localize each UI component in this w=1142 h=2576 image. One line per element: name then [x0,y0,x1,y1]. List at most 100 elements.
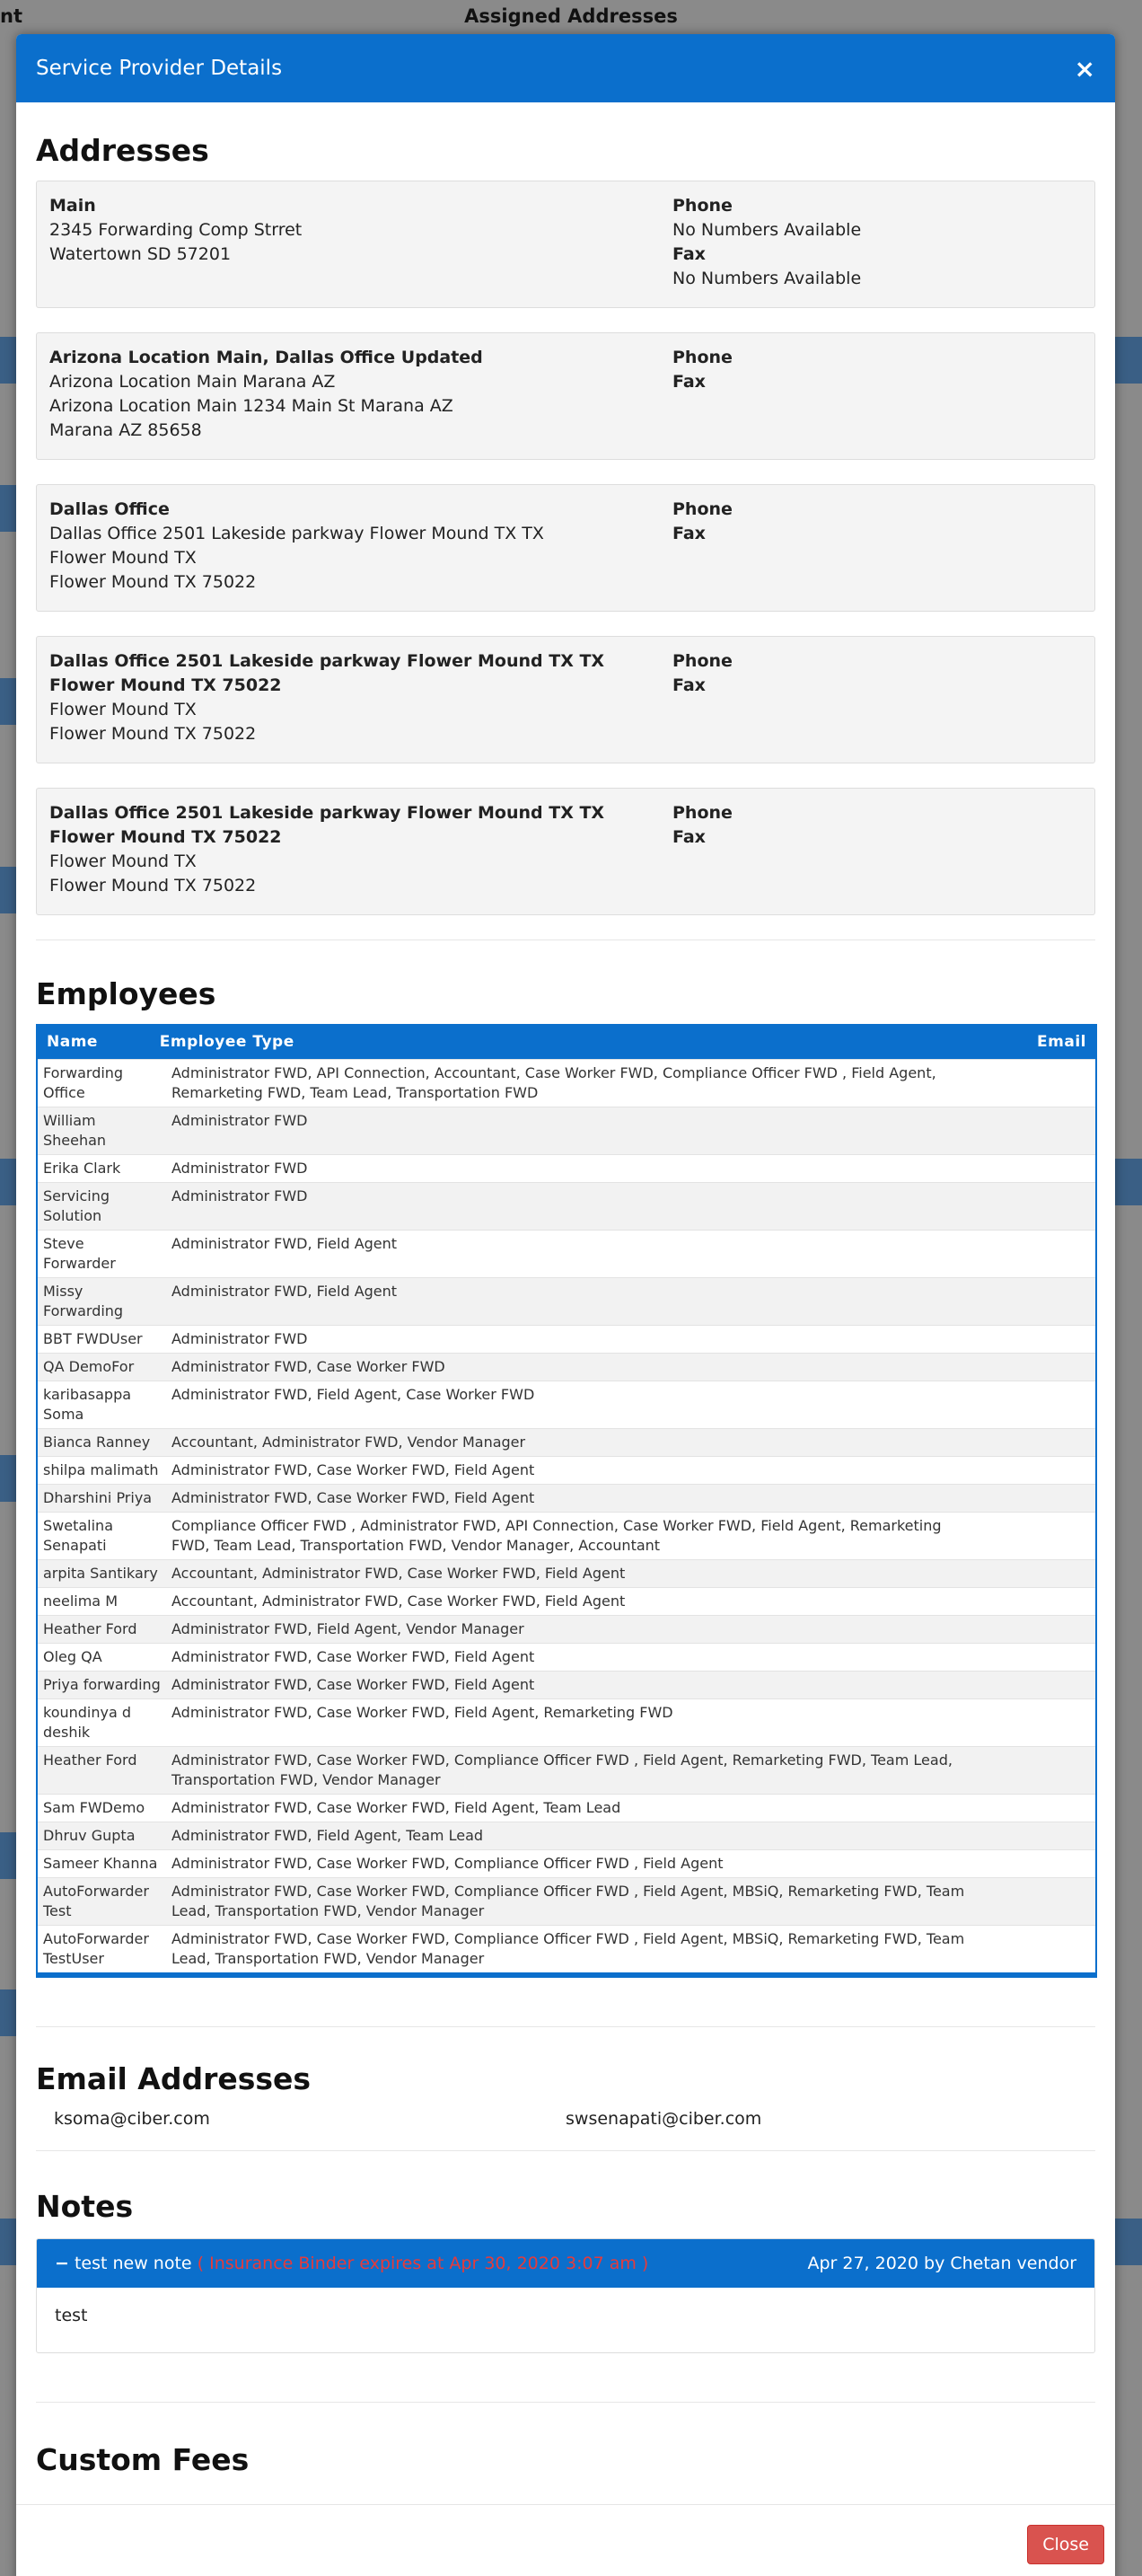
employee-name: neelima M [37,1586,166,1615]
employee-email [1028,1793,1096,1822]
note-meta: Apr 27, 2020 by Chetan vendor [807,2253,1076,2273]
address-line: Dallas Office 2501 Lakeside parkway Flow… [49,524,544,543]
address-card: Dallas Office Dallas Office 2501 Lakeside… [36,484,1095,612]
employee-name: William Sheehan [37,1106,166,1154]
fax-label: Fax [672,827,706,847]
address-details: Dallas Office 2501 Lakeside parkway Flow… [49,649,672,750]
employee-email [1028,1848,1096,1877]
collapse-icon[interactable]: − [55,2254,69,2273]
employees-table: Name Employee Type Email Forwarding Offi… [36,1024,1097,1978]
employees-heading: Employees [36,976,216,1011]
employee-type: Administrator FWD, API Connection, Accou… [166,1058,1028,1107]
employee-email [1028,1324,1096,1353]
table-row: BBT FWDUser Administrator FWD [37,1324,1096,1353]
employee-email [1028,1670,1096,1698]
employee-email [1028,1876,1096,1925]
employee-type: Administrator FWD, Case Worker FWD, Fiel… [166,1642,1028,1671]
email-item[interactable]: swsenapati@ciber.com [566,2109,1077,2129]
background-strip [0,1989,16,2036]
employee-email [1028,1558,1096,1587]
address-contact: Phone Fax [672,649,1082,750]
address-details: Dallas Office 2501 Lakeside parkway Flow… [49,801,672,902]
background-strip [0,1159,16,1205]
table-row: Heather Ford Administrator FWD, Case Work… [37,1745,1096,1794]
table-row: Forwarding Office Administrator FWD, API … [37,1058,1096,1107]
divider [36,2401,1095,2403]
phone-value: No Numbers Available [672,220,862,240]
email-item[interactable]: ksoma@ciber.com [54,2109,566,2129]
background-strip [1115,1159,1142,1205]
divider [36,2149,1095,2151]
close-icon[interactable]: × [1075,54,1095,84]
email-addresses-heading: Email Addresses [36,2060,312,2096]
table-row: Missy Forwarding Administrator FWD, Field… [37,1276,1096,1325]
note-title: test new note [74,2253,192,2273]
table-row: shilpa malimath Administrator FWD, Case W… [37,1455,1096,1484]
employee-email [1028,1352,1096,1381]
table-row: Dhruv Gupta Administrator FWD, Field Agen… [37,1821,1096,1849]
employee-email [1028,1181,1096,1230]
address-line: Flower Mound TX [49,851,197,871]
employee-name: koundinya d deshik [37,1698,166,1746]
table-row: koundinya d deshik Administrator FWD, Cas… [37,1698,1096,1746]
close-button[interactable]: Close [1027,2525,1104,2564]
service-provider-modal: Service Provider Details × Addresses Mai… [16,34,1115,2576]
fax-label: Fax [672,524,706,543]
employee-type: Administrator FWD, Case Worker FWD, Comp… [166,1848,1028,1877]
phone-label: Phone [672,803,733,823]
background-title: Assigned Addresses [464,5,678,27]
table-row: AutoForwarder TestUser Administrator FWD,… [37,1924,1096,1975]
table-row: arpita Santikary Accountant, Administrato… [37,1558,1096,1587]
employee-type: Administrator FWD, Field Agent, Team Lea… [166,1821,1028,1849]
table-row: Priya forwarding Administrator FWD, Case … [37,1670,1096,1698]
address-line: 2345 Forwarding Comp Strret [49,220,303,240]
table-row: karibasappa Soma Administrator FWD, Field… [37,1380,1096,1428]
note-header[interactable]: − test new note ( Insurance Binder expir… [37,2238,1094,2288]
phone-label: Phone [672,499,733,519]
column-header-name[interactable]: Name Employee Type [37,1025,1028,1059]
employee-name: karibasappa Soma [37,1380,166,1428]
employee-type: Administrator FWD, Case Worker FWD, Fiel… [166,1793,1028,1822]
column-name-label: Name [47,1033,98,1052]
employee-name: AutoForwarder TestUser [37,1924,166,1975]
address-details: Main 2345 Forwarding Comp Strret Watertown… [49,194,672,295]
phone-label: Phone [672,196,733,216]
background-strip [0,337,16,384]
column-type-label: Employee Type [159,1033,294,1052]
employee-name: Heather Ford [37,1745,166,1794]
employee-email [1028,1642,1096,1671]
employee-name: Forwarding Office [37,1058,166,1107]
employee-type: Accountant, Administrator FWD, Case Work… [166,1586,1028,1615]
employee-name: Swetalina Senapati [37,1511,166,1559]
address-card: Main 2345 Forwarding Comp Strret Watertown… [36,181,1095,308]
employee-name: Dharshini Priya [37,1483,166,1512]
employee-type: Administrator FWD, Case Worker FWD, Comp… [166,1876,1028,1925]
employee-email [1028,1380,1096,1428]
fax-label: Fax [672,372,706,392]
employee-type: Administrator FWD, Field Agent, Vendor M… [166,1614,1028,1643]
employee-type: Administrator FWD, Case Worker FWD, Comp… [166,1924,1028,1975]
table-row: William Sheehan Administrator FWD [37,1106,1096,1154]
modal-footer: Close [16,2504,1115,2576]
employee-type: Administrator FWD, Case Worker FWD, Comp… [166,1745,1028,1794]
column-header-email[interactable]: Email [1028,1025,1096,1059]
employee-name: QA DemoFor [37,1352,166,1381]
employee-name: Erika Clark [37,1153,166,1182]
employee-name: Priya forwarding [37,1670,166,1698]
background-strip [0,678,16,725]
background-strip [1115,2219,1142,2265]
employee-name: arpita Santikary [37,1558,166,1587]
employee-name: BBT FWDUser [37,1324,166,1353]
employee-name: Oleg QA [37,1642,166,1671]
table-row: Oleg QA Administrator FWD, Case Worker FW… [37,1642,1096,1671]
employee-email [1028,1586,1096,1615]
address-name: Dallas Office 2501 Lakeside parkway Flow… [49,803,605,847]
table-row: Bianca Ranney Accountant, Administrator F… [37,1427,1096,1456]
employee-email [1028,1427,1096,1456]
background-strip [1115,337,1142,384]
address-line: Arizona Location Main 1234 Main St Maran… [49,396,453,416]
employee-email [1028,1614,1096,1643]
address-details: Dallas Office Dallas Office 2501 Lakeside… [49,498,672,598]
background-strip [0,1455,16,1502]
employee-type: Administrator FWD [166,1153,1028,1182]
